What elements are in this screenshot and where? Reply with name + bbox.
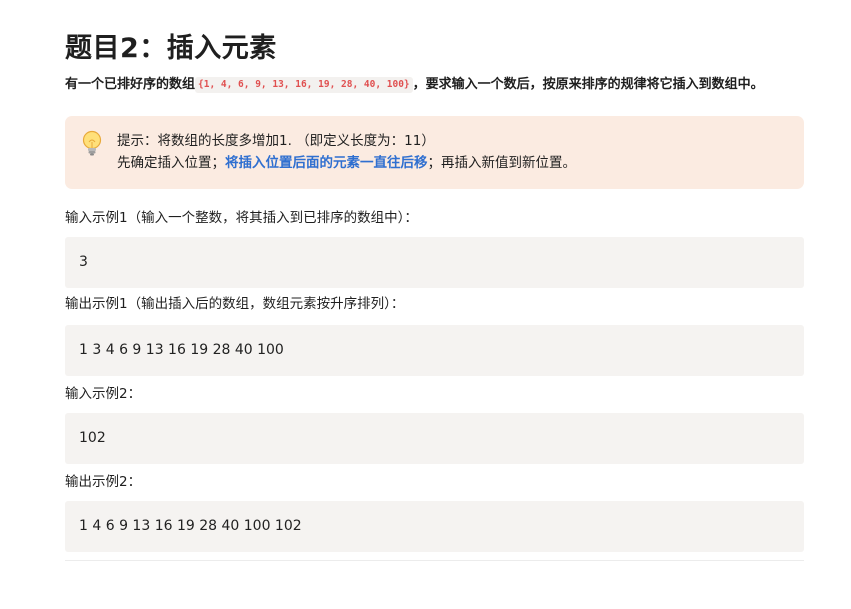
divider xyxy=(65,560,804,561)
input-example-2-code: 102 xyxy=(65,413,804,464)
document-page: 题目2：插入元素 有一个已排好序的数组 {1, 4, 6, 9, 13, 16, … xyxy=(65,26,804,561)
array-inline-code: {1, 4, 6, 9, 13, 16, 19, 28, 40, 100} xyxy=(195,77,413,93)
lightbulb-icon xyxy=(82,130,102,156)
output-example-2-code: 1 4 6 9 13 16 19 28 40 100 102 xyxy=(65,501,804,552)
input-example-1-label: 输入示例1（输入一个整数，将其插入到已排序的数组中）： xyxy=(65,210,418,226)
input-example-1-code: 3 xyxy=(65,237,804,288)
hint-line-2-prefix: 先确定插入位置； xyxy=(117,155,225,171)
output-example-2-label: 输出示例2： xyxy=(65,474,142,490)
description-suffix: ，要求输入一个数后，按原来排序的规律将它插入到数组中。 xyxy=(412,77,764,92)
output-example-1-code: 1 3 4 6 9 13 16 19 28 40 100 xyxy=(65,325,804,376)
hint-highlight: 将插入位置后面的元素一直往后移 xyxy=(225,155,428,171)
hint-text: 提示：将数组的长度多增加1. （即定义长度为：11） 先确定插入位置；将插入位置… xyxy=(117,130,576,174)
output-example-1-label: 输出示例1（输出插入后的数组，数组元素按升序排列）： xyxy=(65,296,405,312)
hint-line-2-suffix: ；再插入新值到新位置。 xyxy=(427,155,577,171)
problem-description: 有一个已排好序的数组 {1, 4, 6, 9, 13, 16, 19, 28, 4… xyxy=(65,74,804,96)
hint-line-2: 先确定插入位置；将插入位置后面的元素一直往后移；再插入新值到新位置。 xyxy=(117,152,576,174)
hint-line-1: 提示：将数组的长度多增加1. （即定义长度为：11） xyxy=(117,133,435,149)
input-example-2-label: 输入示例2： xyxy=(65,386,142,402)
page-title: 题目2：插入元素 xyxy=(65,33,277,64)
hint-callout: 提示：将数组的长度多增加1. （即定义长度为：11） 先确定插入位置；将插入位置… xyxy=(65,116,804,189)
description-prefix: 有一个已排好序的数组 xyxy=(65,77,196,92)
